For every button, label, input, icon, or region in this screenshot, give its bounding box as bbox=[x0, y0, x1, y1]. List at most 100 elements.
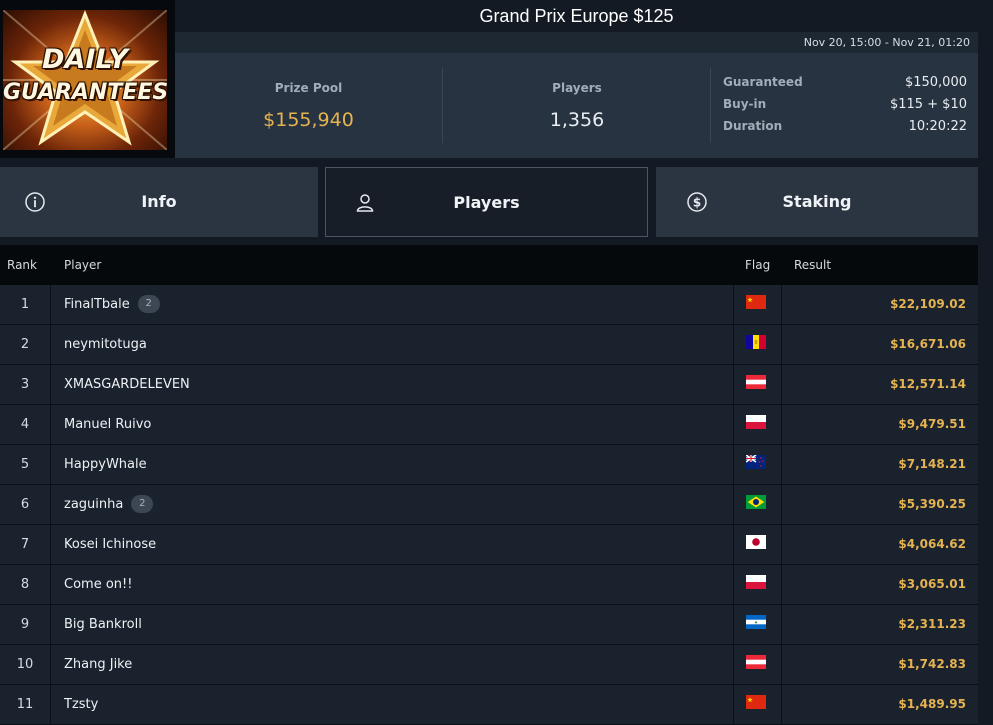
flag-brazil-icon bbox=[746, 495, 766, 509]
flag-japan-icon bbox=[746, 535, 766, 549]
players-count-value: 1,356 bbox=[549, 109, 605, 131]
player-name[interactable]: Zhang Jike bbox=[64, 657, 132, 672]
players-table-body: 1 FinalTbale 2 $22,109.02 2 neymitotuga $16,67… bbox=[0, 285, 978, 725]
tab-staking-label: Staking bbox=[782, 192, 852, 211]
flag-cell bbox=[733, 405, 782, 444]
flag-cell bbox=[733, 645, 782, 684]
entries-badge: 2 bbox=[131, 494, 154, 513]
tournament-title: Grand Prix Europe $125 bbox=[479, 6, 674, 26]
rank-cell: 8 bbox=[0, 565, 51, 604]
flag-cell bbox=[733, 445, 782, 484]
guaranteed-row: Guaranteed $150,000 bbox=[723, 75, 967, 97]
players-table-header: Rank Player Flag Result bbox=[0, 245, 978, 285]
result-column-header: Result bbox=[794, 258, 832, 272]
result-cell: $4,064.62 bbox=[898, 537, 966, 551]
result-cell: $22,109.02 bbox=[890, 297, 966, 311]
buyin-label: Buy-in bbox=[723, 97, 767, 111]
rank-cell: 2 bbox=[0, 325, 51, 364]
tab-info-label: Info bbox=[141, 192, 177, 211]
tab-staking[interactable]: $ Staking bbox=[656, 167, 978, 237]
player-name[interactable]: HappyWhale bbox=[64, 457, 147, 472]
player-cell: XMASGARDELEVEN bbox=[64, 365, 190, 404]
player-name[interactable]: Kosei Ichinose bbox=[64, 537, 156, 552]
player-name[interactable]: XMASGARDELEVEN bbox=[64, 377, 190, 392]
tournament-stats-panel: Prize Pool $155,940 Players 1,356 Guaran… bbox=[175, 53, 978, 158]
flag-austria-icon bbox=[746, 375, 766, 389]
player-cell: Kosei Ichinose bbox=[64, 525, 156, 564]
player-name[interactable]: zaguinha bbox=[64, 497, 123, 512]
table-row[interactable]: 6 zaguinha 2 $5,390.25 bbox=[0, 485, 978, 525]
tournament-dates: Nov 20, 15:00 - Nov 21, 01:20 bbox=[175, 32, 978, 53]
flag-austria-icon bbox=[746, 655, 766, 669]
logo-text-guarantees: GUARANTEES bbox=[3, 80, 167, 105]
rank-cell: 4 bbox=[0, 405, 51, 444]
result-cell: $1,742.83 bbox=[898, 657, 966, 671]
players-stat: Players 1,356 bbox=[443, 53, 711, 158]
rank-cell: 7 bbox=[0, 525, 51, 564]
flag-cell bbox=[733, 325, 782, 364]
player-name[interactable]: Manuel Ruivo bbox=[64, 417, 151, 432]
table-row[interactable]: 3 XMASGARDELEVEN $12,571.14 bbox=[0, 365, 978, 405]
table-row[interactable]: 1 FinalTbale 2 $22,109.02 bbox=[0, 285, 978, 325]
flag-cell bbox=[733, 285, 782, 324]
player-cell: HappyWhale bbox=[64, 445, 147, 484]
result-cell: $3,065.01 bbox=[898, 577, 966, 591]
player-cell: zaguinha 2 bbox=[64, 485, 154, 524]
flag-cell bbox=[733, 525, 782, 564]
player-cell: Come on!! bbox=[64, 565, 132, 604]
prize-pool-stat: Prize Pool $155,940 bbox=[175, 53, 442, 158]
flag-new-zealand-icon bbox=[746, 455, 766, 469]
stat-divider bbox=[710, 68, 711, 143]
result-cell: $12,571.14 bbox=[890, 377, 966, 391]
table-row[interactable]: 5 HappyWhale $7,148.21 bbox=[0, 445, 978, 485]
duration-label: Duration bbox=[723, 119, 783, 133]
rank-cell: 11 bbox=[0, 685, 51, 724]
duration-value: 10:20:22 bbox=[908, 119, 967, 134]
daily-guarantees-logo: DAILY GUARANTEES bbox=[3, 10, 167, 150]
result-cell: $2,311.23 bbox=[898, 617, 966, 631]
buyin-row: Buy-in $115 + $10 bbox=[723, 97, 967, 119]
rank-cell: 1 bbox=[0, 285, 51, 324]
player-cell: Big Bankroll bbox=[64, 605, 142, 644]
table-row[interactable]: 2 neymitotuga $16,671.06 bbox=[0, 325, 978, 365]
buyin-value: $115 + $10 bbox=[889, 97, 967, 112]
flag-poland-icon bbox=[746, 415, 766, 429]
table-row[interactable]: 8 Come on!! $3,065.01 bbox=[0, 565, 978, 605]
table-row[interactable]: 9 Big Bankroll $2,311.23 bbox=[0, 605, 978, 645]
duration-row: Duration 10:20:22 bbox=[723, 119, 967, 141]
result-cell: $1,489.95 bbox=[898, 697, 966, 711]
prize-pool-value: $155,940 bbox=[263, 109, 354, 131]
flag-china-icon bbox=[746, 695, 766, 709]
guaranteed-label: Guaranteed bbox=[723, 75, 803, 89]
player-cell: Tzsty bbox=[64, 685, 98, 724]
tab-players-label: Players bbox=[453, 193, 520, 212]
player-name[interactable]: Big Bankroll bbox=[64, 617, 142, 632]
result-cell: $5,390.25 bbox=[898, 497, 966, 511]
tab-info[interactable]: Info bbox=[0, 167, 318, 237]
flag-cell bbox=[733, 365, 782, 404]
player-name[interactable]: FinalTbale bbox=[64, 297, 130, 312]
table-row[interactable]: 7 Kosei Ichinose $4,064.62 bbox=[0, 525, 978, 565]
player-name[interactable]: neymitotuga bbox=[64, 337, 147, 352]
rank-cell: 6 bbox=[0, 485, 51, 524]
player-column-header: Player bbox=[64, 258, 102, 272]
flag-china-icon bbox=[746, 295, 766, 309]
tournament-logo-frame: DAILY GUARANTEES bbox=[0, 0, 175, 158]
result-cell: $16,671.06 bbox=[890, 337, 966, 351]
table-row[interactable]: 10 Zhang Jike $1,742.83 bbox=[0, 645, 978, 685]
rank-cell: 5 bbox=[0, 445, 51, 484]
tab-players[interactable]: Players bbox=[325, 167, 648, 237]
player-name[interactable]: Tzsty bbox=[64, 697, 98, 712]
table-row[interactable]: 11 Tzsty $1,489.95 bbox=[0, 685, 978, 725]
flag-poland-icon bbox=[746, 575, 766, 589]
player-name[interactable]: Come on!! bbox=[64, 577, 132, 592]
rank-cell: 3 bbox=[0, 365, 51, 404]
result-cell: $7,148.21 bbox=[898, 457, 966, 471]
player-cell: Zhang Jike bbox=[64, 645, 132, 684]
flag-cell bbox=[733, 565, 782, 604]
table-row[interactable]: 4 Manuel Ruivo $9,479.51 bbox=[0, 405, 978, 445]
tournament-details: Guaranteed $150,000 Buy-in $115 + $10 Du… bbox=[723, 75, 967, 141]
rank-column-header: Rank bbox=[7, 258, 37, 272]
flag-cell bbox=[733, 485, 782, 524]
players-count-label: Players bbox=[552, 81, 602, 95]
